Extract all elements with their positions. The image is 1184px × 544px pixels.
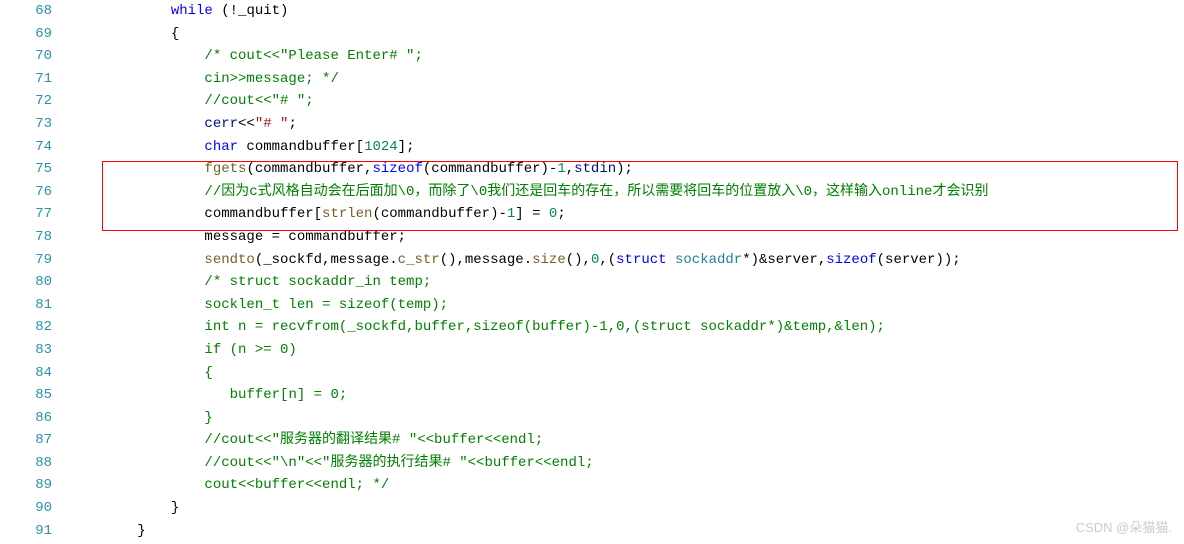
line-number: 84	[0, 362, 52, 385]
code-line[interactable]: }	[70, 497, 1184, 520]
line-number: 76	[0, 181, 52, 204]
line-number: 90	[0, 497, 52, 520]
line-number: 80	[0, 271, 52, 294]
line-number: 91	[0, 520, 52, 543]
line-number: 77	[0, 203, 52, 226]
code-line[interactable]: buffer[n] = 0;	[70, 384, 1184, 407]
code-line[interactable]: cerr<<"# ";	[70, 113, 1184, 136]
line-number: 87	[0, 429, 52, 452]
line-number: 82	[0, 316, 52, 339]
line-number: 78	[0, 226, 52, 249]
line-number: 88	[0, 452, 52, 475]
code-line[interactable]: socklen_t len = sizeof(temp);	[70, 294, 1184, 317]
line-number: 86	[0, 407, 52, 430]
watermark: CSDN @朵猫猫.	[1076, 517, 1172, 536]
code-line[interactable]: }	[70, 407, 1184, 430]
line-number: 85	[0, 384, 52, 407]
line-number: 74	[0, 136, 52, 159]
code-line[interactable]: //cout<<"服务器的翻译结果# "<<buffer<<endl;	[70, 429, 1184, 452]
line-number: 72	[0, 90, 52, 113]
line-number: 73	[0, 113, 52, 136]
code-line[interactable]: cout<<buffer<<endl; */	[70, 474, 1184, 497]
line-number: 69	[0, 23, 52, 46]
line-number: 68	[0, 0, 52, 23]
code-line[interactable]: {	[70, 362, 1184, 385]
code-line[interactable]: //cout<<"\n"<<"服务器的执行结果# "<<buffer<<endl…	[70, 452, 1184, 475]
code-line[interactable]: }	[70, 520, 1184, 543]
code-line[interactable]: commandbuffer[strlen(commandbuffer)-1] =…	[70, 203, 1184, 226]
code-line[interactable]: /* struct sockaddr_in temp;	[70, 271, 1184, 294]
code-line[interactable]: message = commandbuffer;	[70, 226, 1184, 249]
code-line[interactable]: char commandbuffer[1024];	[70, 136, 1184, 159]
code-line[interactable]: //因为c式风格自动会在后面加\0，而除了\0我们还是回车的存在，所以需要将回车…	[70, 181, 1184, 204]
code-line[interactable]: /* cout<<"Please Enter# ";	[70, 45, 1184, 68]
line-number: 79	[0, 249, 52, 272]
code-line[interactable]: while (!_quit)	[70, 0, 1184, 23]
line-number: 75	[0, 158, 52, 181]
code-line[interactable]: cin>>message; */	[70, 68, 1184, 91]
line-number: 83	[0, 339, 52, 362]
code-line[interactable]: //cout<<"# ";	[70, 90, 1184, 113]
line-number: 70	[0, 45, 52, 68]
code-line[interactable]: if (n >= 0)	[70, 339, 1184, 362]
line-number: 89	[0, 474, 52, 497]
code-line[interactable]: {	[70, 23, 1184, 46]
code-content[interactable]: while (!_quit) { /* cout<<"Please Enter#…	[70, 0, 1184, 544]
code-editor[interactable]: 68 69 70 71 72 73 74 75 76 77 78 79 80 8…	[0, 0, 1184, 544]
line-number: 81	[0, 294, 52, 317]
code-line[interactable]: fgets(commandbuffer,sizeof(commandbuffer…	[70, 158, 1184, 181]
code-line[interactable]: sendto(_sockfd,message.c_str(),message.s…	[70, 249, 1184, 272]
line-number-gutter: 68 69 70 71 72 73 74 75 76 77 78 79 80 8…	[0, 0, 70, 544]
code-line[interactable]: int n = recvfrom(_sockfd,buffer,sizeof(b…	[70, 316, 1184, 339]
line-number: 71	[0, 68, 52, 91]
